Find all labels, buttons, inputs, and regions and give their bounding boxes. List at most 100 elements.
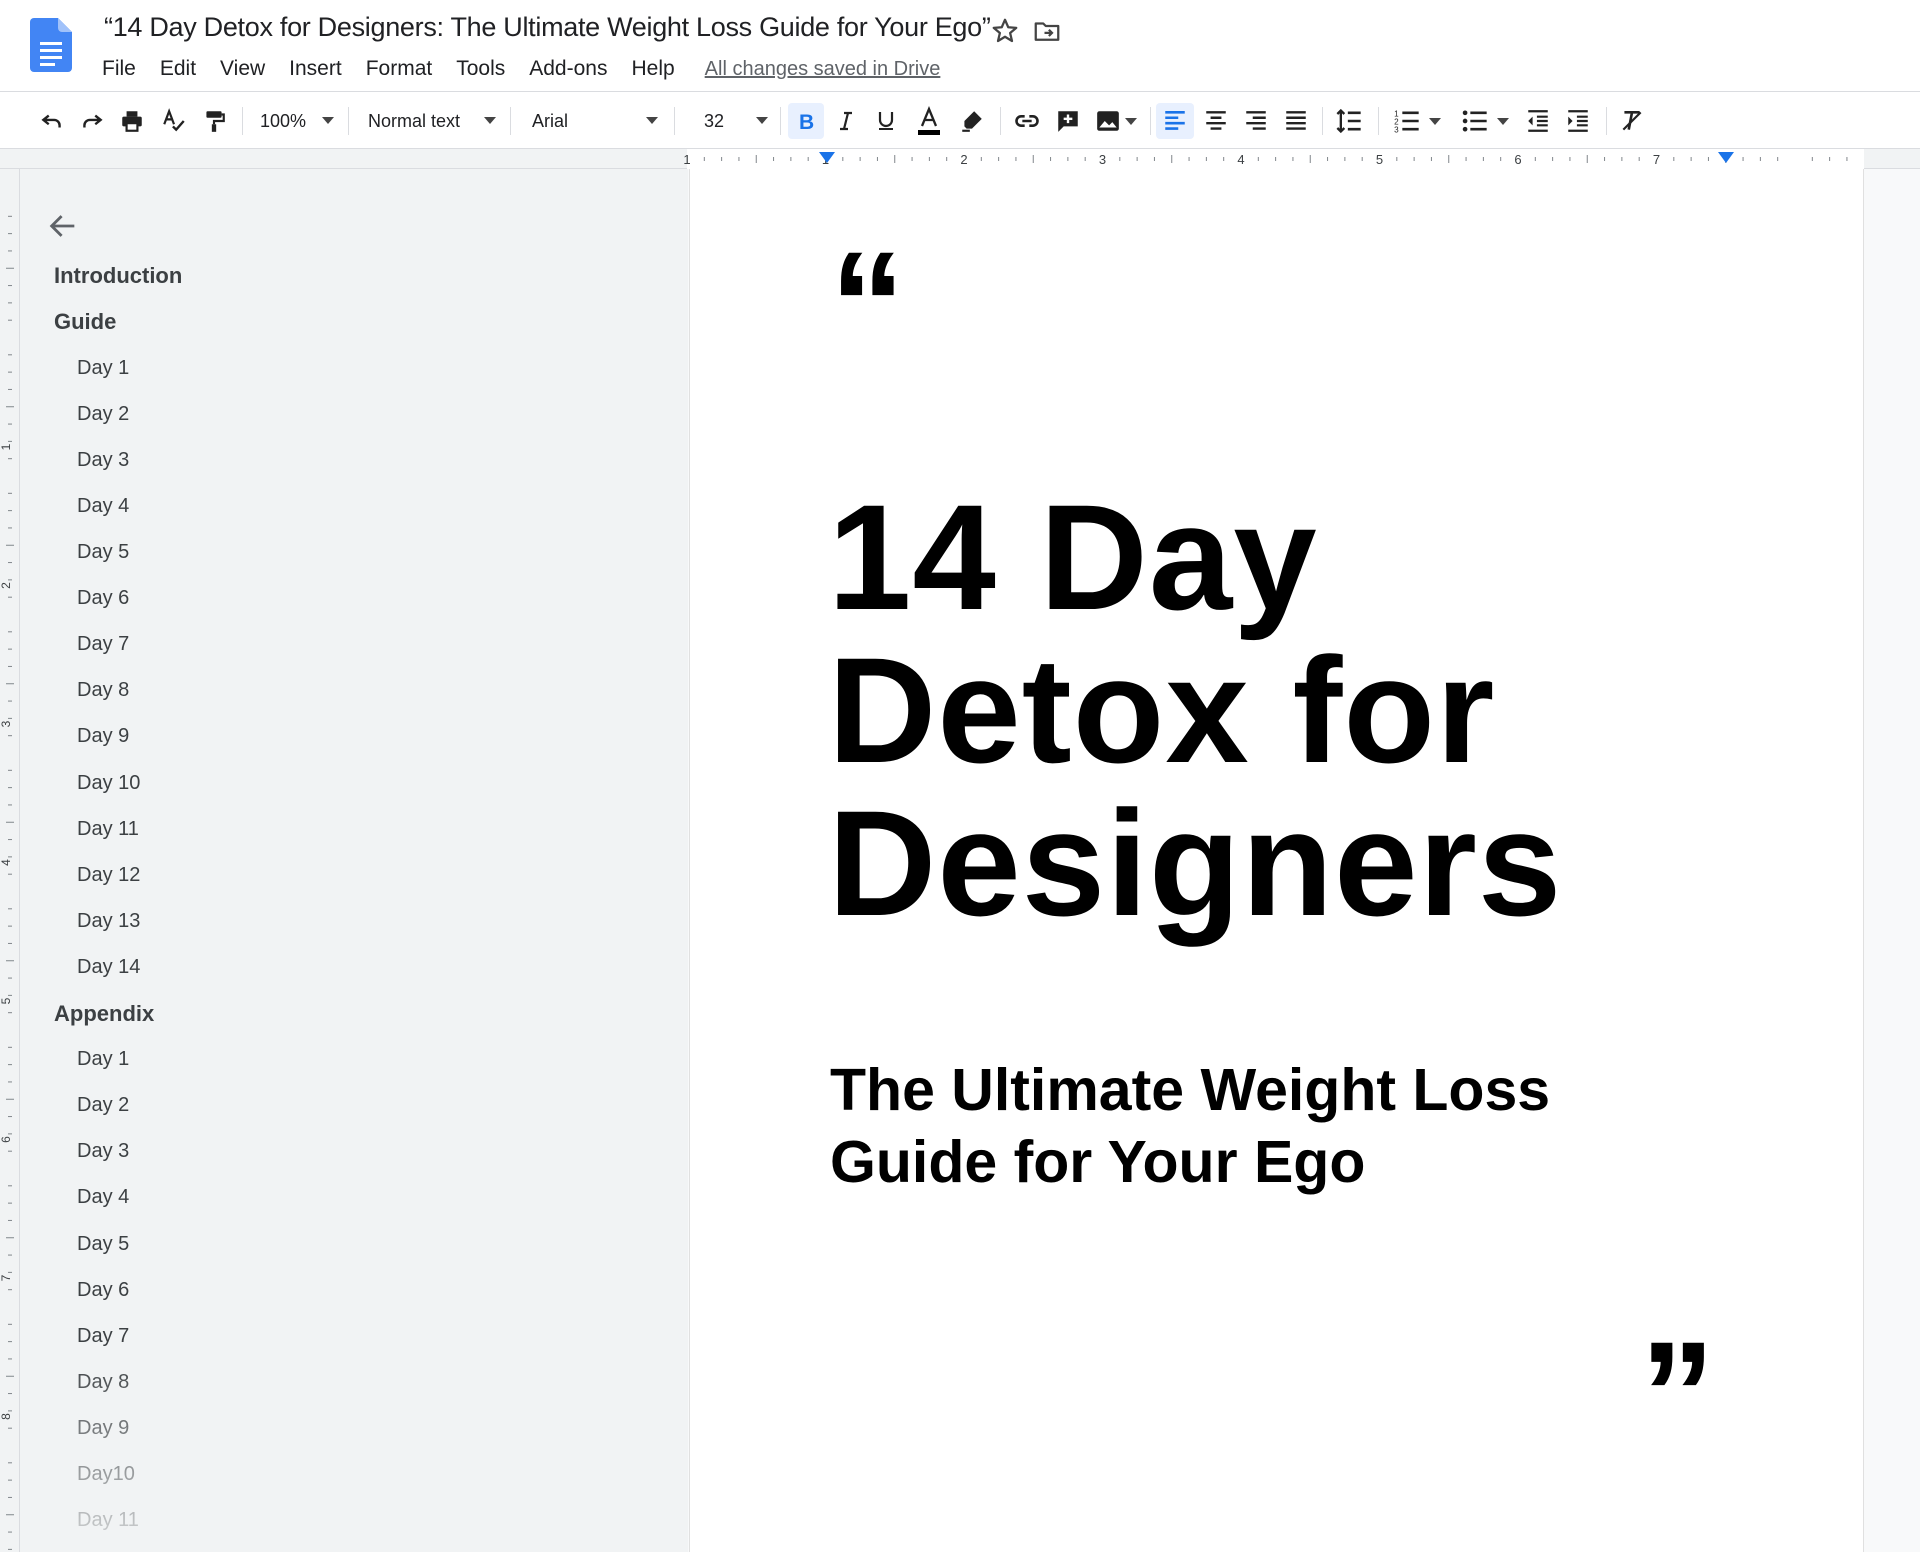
align-right-button[interactable] <box>1238 103 1274 139</box>
print-button[interactable] <box>114 103 150 139</box>
menu-format[interactable]: Format <box>354 55 445 83</box>
ruler-label: 4 <box>1237 152 1244 167</box>
undo-button[interactable] <box>34 103 70 139</box>
ruler-label: 6 <box>0 1136 13 1143</box>
decrease-indent-button[interactable] <box>1520 103 1556 139</box>
bulleted-list-button[interactable] <box>1454 103 1516 139</box>
outline-subheading[interactable]: Day 13 <box>20 898 660 944</box>
document-main-title[interactable]: 14 Day Detox for Designers <box>828 481 1828 940</box>
outline-subheading[interactable]: Day 11 <box>20 1498 660 1544</box>
outline-subheading[interactable]: Day 8 <box>20 668 660 714</box>
paint-format-icon <box>206 111 225 132</box>
menu-insert[interactable]: Insert <box>277 55 354 83</box>
menu-help[interactable]: Help <box>619 55 686 83</box>
underline-icon <box>878 112 894 130</box>
font-size-select[interactable]: 32 <box>688 103 774 139</box>
menu-file[interactable]: File <box>90 55 148 83</box>
title-line: 14 Day <box>828 473 1318 641</box>
align-right-icon <box>1246 111 1266 130</box>
outline-subheading[interactable]: Day 5 <box>20 530 660 576</box>
horizontal-ruler[interactable]: 11234567 <box>0 149 1920 169</box>
star-icon[interactable] <box>990 16 1020 46</box>
align-center-button[interactable] <box>1198 103 1234 139</box>
clear-formatting-icon <box>1622 111 1642 131</box>
bold-button[interactable]: B <box>788 103 824 139</box>
document-page[interactable]: “ 14 Day Detox for Designers The Ultimat… <box>689 169 1864 1552</box>
outline-subheading[interactable]: Day 1 <box>20 345 660 391</box>
outline-heading[interactable]: Introduction <box>20 253 660 299</box>
numbered-list-icon: 123 <box>1394 109 1419 135</box>
menu-edit[interactable]: Edit <box>148 55 208 83</box>
outline-subheading[interactable]: Day 9 <box>20 714 660 760</box>
insert-image-button[interactable] <box>1090 103 1142 139</box>
font-family-select[interactable]: Arial <box>524 103 664 139</box>
highlight-color-button[interactable] <box>954 103 990 139</box>
outline-subheading[interactable]: Day 2 <box>20 1083 660 1129</box>
toolbar-separator <box>1378 107 1379 135</box>
document-subtitle[interactable]: The Ultimate Weight Loss Guide for Your … <box>830 1054 1830 1198</box>
outline-subheading[interactable]: Day10 <box>20 1451 660 1497</box>
outline-heading[interactable]: Appendix <box>20 991 660 1037</box>
outline-heading[interactable]: Guide <box>20 299 660 345</box>
justify-button[interactable] <box>1278 103 1314 139</box>
outline-subheading[interactable]: Day 2 <box>20 391 660 437</box>
outline-subheading[interactable]: Day 8 <box>20 1359 660 1405</box>
justify-icon <box>1286 111 1306 130</box>
ruler-label: 7 <box>0 1274 13 1281</box>
outline-subheading[interactable]: Day 5 <box>20 1221 660 1267</box>
chevron-down-icon <box>1125 117 1137 125</box>
docs-logo-icon[interactable] <box>30 18 72 72</box>
align-left-button[interactable] <box>1156 103 1194 139</box>
move-to-folder-icon[interactable] <box>1032 16 1062 46</box>
toolbar-separator <box>1000 107 1001 135</box>
menu-bar: File Edit View Insert Format Tools Add-o… <box>90 54 940 84</box>
outline-subheading[interactable]: Day 7 <box>20 622 660 668</box>
ruler-label: 3 <box>0 720 13 727</box>
numbered-list-button[interactable]: 123 <box>1386 103 1448 139</box>
outline-subheading[interactable]: Day 4 <box>20 483 660 529</box>
subtitle-line: Guide for Your Ego <box>830 1129 1366 1195</box>
text-color-button[interactable] <box>908 103 950 139</box>
toolbar-separator <box>242 107 243 135</box>
italic-button[interactable] <box>828 103 864 139</box>
outline-subheading[interactable]: Day 1 <box>20 1037 660 1083</box>
outline-subheading[interactable]: Day 14 <box>20 944 660 990</box>
outline-subheading[interactable]: Day 6 <box>20 576 660 622</box>
vertical-ruler[interactable]: 123456789 <box>0 169 20 1552</box>
ruler-label: 2 <box>0 582 13 589</box>
menu-view[interactable]: View <box>208 55 277 83</box>
menu-addons[interactable]: Add-ons <box>517 55 619 83</box>
document-title[interactable]: “14 Day Detox for Designers: The Ultimat… <box>104 12 991 43</box>
clear-formatting-button[interactable] <box>1614 103 1650 139</box>
save-status-link[interactable]: All changes saved in Drive <box>705 58 941 81</box>
menu-tools[interactable]: Tools <box>444 55 517 83</box>
outline-subheading[interactable]: Day 3 <box>20 437 660 483</box>
outline-subheading[interactable]: Day 3 <box>20 1129 660 1175</box>
insert-link-button[interactable] <box>1008 103 1046 139</box>
outline-subheading[interactable]: Day 4 <box>20 1175 660 1221</box>
paint-format-button[interactable] <box>196 103 232 139</box>
spellcheck-button[interactable] <box>156 103 192 139</box>
arrow-back-icon[interactable] <box>46 209 80 243</box>
outline-subheading[interactable]: Day 10 <box>20 760 660 806</box>
ruler-label: 5 <box>0 997 13 1004</box>
outline-list: Introduction Guide Day 1 Day 2 Day 3 Day 4 Day… <box>20 253 660 1544</box>
underline-button[interactable] <box>868 103 904 139</box>
paragraph-style-select[interactable]: Normal text <box>360 103 502 139</box>
toolbar-separator <box>1150 107 1151 135</box>
outline-subheading[interactable]: Day 12 <box>20 852 660 898</box>
italic-icon <box>840 111 852 131</box>
increase-indent-button[interactable] <box>1560 103 1596 139</box>
redo-button[interactable] <box>74 103 110 139</box>
line-spacing-button[interactable] <box>1330 103 1368 139</box>
add-comment-button[interactable] <box>1050 103 1086 139</box>
horizontal-ruler-marks: 11234567 <box>683 149 1864 169</box>
image-icon <box>1097 111 1119 131</box>
bulleted-list-icon <box>1462 110 1487 132</box>
zoom-select[interactable]: 100% <box>252 103 340 139</box>
outline-subheading[interactable]: Day 7 <box>20 1313 660 1359</box>
outline-subheading[interactable]: Day 9 <box>20 1405 660 1451</box>
outline-subheading[interactable]: Day 11 <box>20 806 660 852</box>
outline-subheading[interactable]: Day 6 <box>20 1267 660 1313</box>
spellcheck-icon <box>163 108 185 132</box>
